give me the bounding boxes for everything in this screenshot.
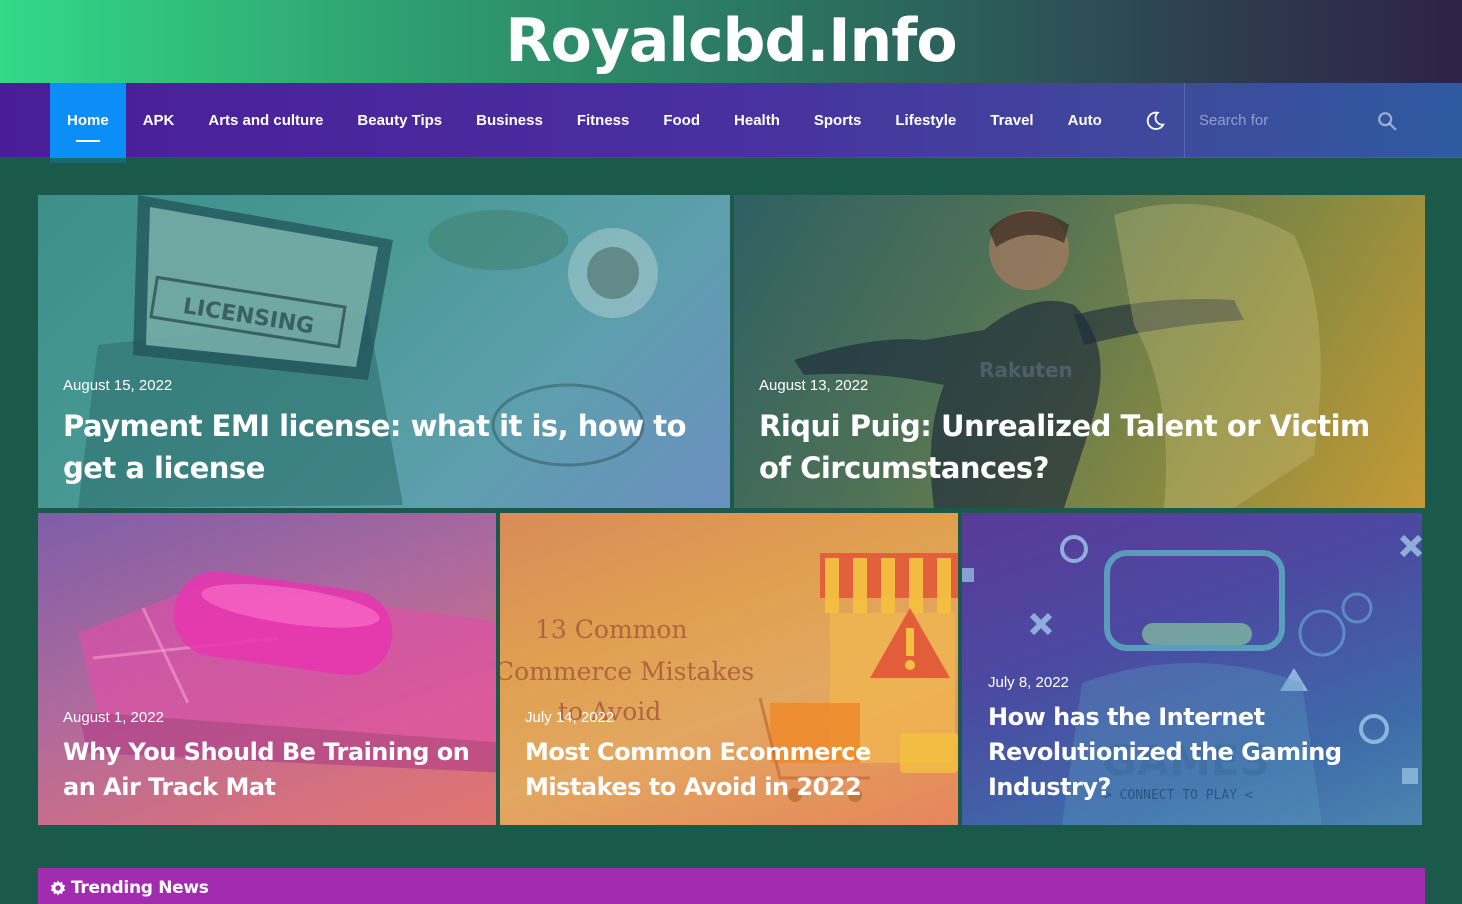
nav-item-health[interactable]: Health <box>717 83 797 158</box>
search-icon[interactable] <box>1376 110 1398 132</box>
trending-news-bar: Trending News <box>38 868 1425 904</box>
nav-item-apk[interactable]: APK <box>126 83 192 158</box>
featured-post-card[interactable]: Rakuten August 13, 2022 Riqui Puig: Unre… <box>734 195 1425 508</box>
post-date: July 14, 2022 <box>525 709 615 726</box>
post-date: August 13, 2022 <box>759 377 869 394</box>
trending-news-label: Trending News <box>49 878 209 898</box>
nav-item-beauty-tips[interactable]: Beauty Tips <box>340 83 459 158</box>
search-input[interactable] <box>1199 112 1379 129</box>
svg-text:Rakuten: Rakuten <box>979 358 1073 382</box>
site-title[interactable]: Royalcbd.Info <box>505 0 957 83</box>
svg-text:13 Common: 13 Common <box>535 615 688 644</box>
featured-post-card[interactable]: LICENSING August 15, 2022 Payment EMI li… <box>38 195 730 508</box>
main-navigation: Home APK Arts and culture Beauty Tips Bu… <box>0 83 1462 163</box>
nav-item-auto[interactable]: Auto <box>1051 83 1119 158</box>
nav-item-business[interactable]: Business <box>459 83 560 158</box>
post-date: August 1, 2022 <box>63 709 164 726</box>
site-header: Royalcbd.Info <box>0 0 1462 83</box>
gear-icon <box>50 880 66 896</box>
search-box <box>1184 83 1412 158</box>
featured-post-card[interactable]: 13 Common Commerce Mistakes to Avoid Jul… <box>500 513 958 825</box>
post-title[interactable]: Why You Should Be Training on an Air Tra… <box>63 735 483 805</box>
moon-icon[interactable] <box>1140 83 1170 158</box>
featured-post-card[interactable]: August 1, 2022 Why You Should Be Trainin… <box>38 513 496 825</box>
post-title[interactable]: How has the Internet Revolutionized the … <box>988 700 1408 805</box>
post-title[interactable]: Most Common Ecommerce Mistakes to Avoid … <box>525 735 945 805</box>
post-title[interactable]: Riqui Puig: Unrealized Talent or Victim … <box>759 405 1409 489</box>
nav-item-home[interactable]: Home <box>50 83 126 163</box>
post-title[interactable]: Payment EMI license: what it is, how to … <box>63 405 713 489</box>
svg-text:Commerce Mistakes: Commerce Mistakes <box>500 657 754 686</box>
nav-item-travel[interactable]: Travel <box>973 83 1050 158</box>
nav-item-fitness[interactable]: Fitness <box>560 83 647 158</box>
nav-item-food[interactable]: Food <box>646 83 717 158</box>
featured-post-card[interactable]: GAMES > CONNECT TO PLAY < July 8, 2022 H… <box>962 513 1422 825</box>
post-date: July 8, 2022 <box>988 674 1069 691</box>
nav-menu: Home APK Arts and culture Beauty Tips Bu… <box>50 83 1119 163</box>
trending-news-text: Trending News <box>71 878 209 898</box>
nav-item-sports[interactable]: Sports <box>797 83 879 158</box>
post-date: August 15, 2022 <box>63 377 173 394</box>
nav-item-arts-and-culture[interactable]: Arts and culture <box>191 83 340 158</box>
nav-item-lifestyle[interactable]: Lifestyle <box>878 83 973 158</box>
